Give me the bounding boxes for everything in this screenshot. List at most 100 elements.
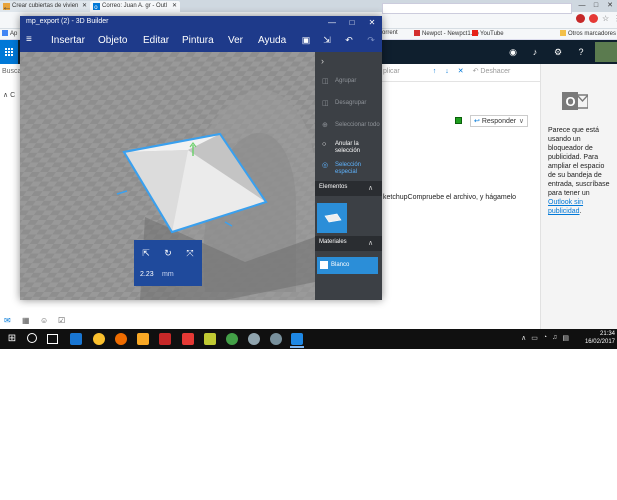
task-view-icon[interactable]: [47, 334, 58, 344]
arrow-down-icon[interactable]: ↓: [445, 68, 449, 75]
folder-toggle[interactable]: ∧ C: [3, 91, 15, 99]
skype-chat-icon[interactable]: ◉: [506, 46, 520, 58]
menu-objeto[interactable]: Objeto: [98, 35, 127, 46]
category-square-icon[interactable]: [455, 117, 462, 124]
chevron-up-icon[interactable]: ∧: [368, 239, 373, 247]
menu-pintura[interactable]: Pintura: [182, 35, 214, 46]
maximize-button[interactable]: □: [589, 0, 603, 12]
special-selection-button[interactable]: ◎ Selección especial: [322, 162, 378, 176]
close-tab-icon[interactable]: ✕: [172, 2, 177, 9]
mail-icon[interactable]: ✉: [4, 316, 16, 326]
extension-icon[interactable]: [576, 14, 585, 23]
export-icon[interactable]: ⇲: [321, 35, 333, 46]
youtube-icon: [472, 30, 478, 36]
battery-icon[interactable]: ▭: [531, 334, 538, 342]
model-thumbnail-icon: [324, 213, 342, 223]
scale-tool-icon[interactable]: ⤧: [184, 248, 196, 259]
people-icon[interactable]: ☺: [40, 316, 52, 326]
tasks-icon[interactable]: ☑: [58, 316, 70, 326]
search-input[interactable]: Busca: [2, 68, 21, 75]
whatsapp-icon[interactable]: [226, 333, 238, 345]
opera-icon[interactable]: [589, 14, 598, 23]
minimize-button[interactable]: —: [322, 16, 342, 30]
search-circle-icon[interactable]: [27, 333, 37, 343]
transform-panel: [134, 240, 202, 286]
reply-button[interactable]: ↩ Responder ∨: [470, 115, 528, 127]
file-explorer-icon[interactable]: [137, 333, 149, 345]
elements-section-title: Elementos: [319, 184, 348, 190]
chrome-icon[interactable]: [93, 333, 105, 345]
move-tool-icon[interactable]: ⇱: [140, 248, 152, 259]
menu-ayuda[interactable]: Ayuda: [258, 35, 286, 46]
star-icon[interactable]: ☆: [602, 14, 609, 23]
close-tab-icon[interactable]: ✕: [82, 2, 87, 9]
element-thumbnail[interactable]: [317, 203, 347, 233]
deselect-button[interactable]: ○ Anular la selección: [322, 141, 378, 155]
chevron-up-icon[interactable]: ∧: [368, 184, 373, 192]
group-icon: ◫: [322, 78, 329, 85]
system-tray: ∧ ▭ ◔ ♫ ▤: [521, 334, 569, 342]
keyboard-icon[interactable]: ▤: [562, 334, 569, 342]
tab-label: Correo: Juan A. gr - Outl: [102, 3, 168, 9]
chevron-up-icon: ∧: [3, 92, 9, 99]
message-body: ketchupCompruebe el archivo, y hágamelo: [383, 194, 517, 201]
app-globe-icon[interactable]: [248, 333, 260, 345]
select-all-button[interactable]: ⊕ Seleccionar todo: [322, 122, 380, 129]
browser-tab-2[interactable]: o Correo: Juan A. gr - Outl ✕: [90, 1, 180, 12]
bell-icon[interactable]: ♪: [528, 46, 542, 58]
hamburger-menu-icon[interactable]: ≡: [26, 34, 32, 45]
chevron-up-icon[interactable]: ∧: [521, 334, 526, 342]
close-window-button[interactable]: ✕: [362, 16, 382, 30]
back-arrow-icon[interactable]: ←: [2, 2, 12, 13]
app-red-2-icon[interactable]: [182, 333, 194, 345]
avatar[interactable]: [595, 42, 617, 62]
bookmark-other[interactable]: Otros marcadores: [560, 30, 616, 37]
group-button[interactable]: ◫ Agrupar: [322, 78, 356, 85]
edge-icon[interactable]: [70, 333, 82, 345]
app-gray-icon[interactable]: [270, 333, 282, 345]
save-icon[interactable]: ▣: [300, 35, 312, 46]
browser-tab-1[interactable]: Crear cubiertas de vivien ✕: [0, 1, 90, 12]
menu-ver[interactable]: Ver: [228, 35, 243, 46]
app-launcher-button[interactable]: [0, 40, 18, 64]
chevron-right-icon[interactable]: ›: [321, 56, 324, 66]
transform-value[interactable]: 2.23: [140, 271, 154, 278]
close-window-button[interactable]: ✕: [603, 0, 617, 12]
undo-button[interactable]: ↶ Deshacer: [473, 67, 511, 75]
bookmark-apps[interactable]: Ap: [2, 30, 17, 37]
svg-text:O: O: [566, 94, 576, 109]
chevron-down-icon[interactable]: ∨: [519, 117, 524, 125]
network-icon[interactable]: ◔: [543, 334, 547, 342]
ungroup-button[interactable]: ◫ Desagrupar: [322, 100, 366, 107]
app-green-icon[interactable]: [204, 333, 216, 345]
undo-icon[interactable]: ↶: [343, 35, 355, 46]
help-icon[interactable]: ?: [574, 46, 588, 58]
calendar-icon[interactable]: ▦: [22, 316, 34, 326]
rotate-tool-icon[interactable]: ↻: [162, 248, 174, 259]
menu-dots-icon[interactable]: ⋮: [613, 14, 617, 23]
waffle-icon: [5, 48, 13, 56]
address-bar[interactable]: [382, 3, 572, 14]
volume-icon[interactable]: ♫: [552, 334, 557, 342]
arrow-up-icon[interactable]: ↑: [433, 68, 437, 75]
maximize-button[interactable]: □: [342, 16, 362, 30]
bookmark-newpct[interactable]: Newpct - Newpct1.co: [414, 30, 479, 37]
windows-start-icon[interactable]: ⊞: [6, 333, 18, 345]
menu-editar[interactable]: Editar: [143, 35, 169, 46]
ungroup-icon: ◫: [322, 100, 329, 107]
3d-builder-taskbar-icon[interactable]: [291, 333, 303, 345]
clock[interactable]: 21:34 16/02/2017: [585, 330, 615, 346]
builder-window-controls: — □ ✕: [322, 16, 382, 30]
apply-button[interactable]: plicar: [383, 68, 400, 75]
menu-insertar[interactable]: Insertar: [51, 35, 85, 46]
minimize-button[interactable]: —: [575, 0, 589, 12]
redo-icon[interactable]: ↷: [365, 35, 377, 46]
firefox-icon[interactable]: [115, 333, 127, 345]
app-red-icon[interactable]: [159, 333, 171, 345]
close-icon[interactable]: ✕: [458, 67, 464, 75]
ad-free-outlook-link[interactable]: Outlook sin publicidad: [548, 199, 583, 215]
gear-icon[interactable]: ⚙: [551, 46, 565, 58]
bookmark-youtube[interactable]: YouTube: [472, 30, 504, 37]
bookmark-torrent[interactable]: orrent: [382, 30, 398, 36]
transform-unit: mm: [162, 271, 174, 278]
